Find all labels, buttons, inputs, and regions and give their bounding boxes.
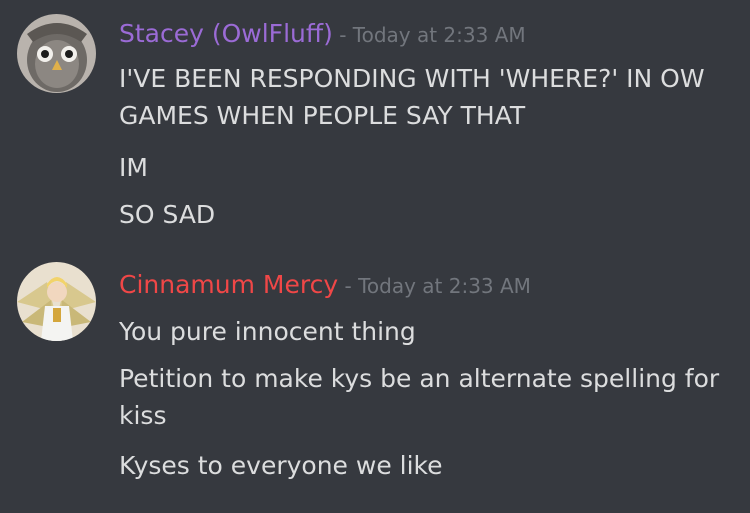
message-header: Cinnamum Mercy - Today at 2:33 AM: [119, 269, 531, 302]
timestamp: Today at 2:33 AM: [358, 274, 531, 298]
separator: -: [332, 23, 353, 47]
message-line: I'VE BEEN RESPONDING WITH 'WHERE?' IN OW…: [119, 64, 705, 130]
message-header: Stacey (OwlFluff) - Today at 2:33 AM: [119, 18, 526, 51]
owl-avatar-icon[interactable]: [17, 14, 96, 93]
message-line: Kyses to everyone we like: [119, 451, 443, 480]
author-name[interactable]: Cinnamum Mercy: [119, 270, 338, 299]
message-line: Petition to make kys be an alternate spe…: [119, 364, 720, 430]
separator: -: [338, 274, 359, 298]
message-line: You pure innocent thing: [119, 317, 416, 346]
message-line: IM: [119, 153, 148, 182]
timestamp: Today at 2:33 AM: [352, 23, 526, 47]
author-name[interactable]: Stacey (OwlFluff): [119, 19, 333, 48]
message-line: SO SAD: [119, 200, 216, 229]
mercy-avatar-icon[interactable]: [17, 262, 96, 341]
